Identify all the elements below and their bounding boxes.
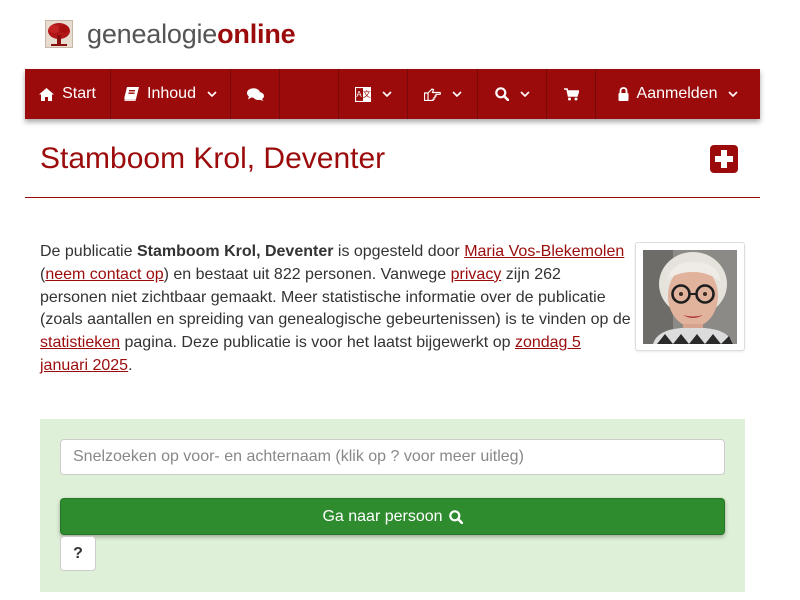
chevron-down-icon <box>451 91 462 97</box>
nav-forum[interactable] <box>231 69 280 119</box>
book-icon <box>124 87 140 101</box>
nav-contents-dropdown[interactable]: Inhoud <box>111 69 231 119</box>
nav-shop[interactable] <box>547 69 596 119</box>
contact-link[interactable]: neem contact op <box>45 266 163 283</box>
site-logo[interactable]: genealogieonline <box>45 18 296 50</box>
page-title: Stamboom Krol, Deventer <box>40 142 386 175</box>
language-icon: A 文 <box>354 86 371 102</box>
go-to-person-label: Ga naar persoon <box>322 507 443 525</box>
intro-text: . <box>128 356 133 374</box>
go-to-person-button[interactable]: Ga naar persoon <box>60 498 725 535</box>
nav-language-dropdown[interactable]: A 文 <box>339 69 408 119</box>
nav-contents-label: Inhoud <box>147 85 196 102</box>
nav-start-label: Start <box>62 85 96 102</box>
title-divider <box>25 197 760 198</box>
svg-text:A: A <box>356 90 362 99</box>
intro-text: De publicatie <box>40 243 137 260</box>
comments-icon <box>246 87 264 101</box>
tree-icon <box>45 20 73 48</box>
nav-login-dropdown[interactable]: Aanmelden <box>596 69 760 119</box>
intro-text: pagina. Deze publicatie is voor het laat… <box>120 334 515 352</box>
author-link[interactable]: Maria Vos-Blekemolen <box>464 243 624 260</box>
intro-text: is opgesteld door <box>333 243 465 260</box>
chevron-down-icon <box>207 91 217 97</box>
add-plus-button[interactable] <box>710 145 738 173</box>
chevron-down-icon <box>381 91 392 97</box>
search-icon <box>494 87 509 101</box>
chevron-down-icon <box>519 91 530 97</box>
svg-text:文: 文 <box>362 89 370 99</box>
nav-start[interactable]: Start <box>25 69 111 119</box>
publication-name: Stamboom Krol, Deventer <box>136 243 334 260</box>
quick-search-input[interactable] <box>60 439 725 475</box>
quick-search-panel: Ga naar persoon ? <box>40 419 745 592</box>
publication-description: De publicatie Stamboom Krol, Deventer is… <box>40 241 632 378</box>
hand-point-icon <box>423 87 441 101</box>
privacy-link[interactable]: privacy <box>451 266 502 283</box>
nav-spacer <box>280 69 339 119</box>
home-icon <box>39 87 55 101</box>
search-help-button[interactable]: ? <box>60 536 96 571</box>
search-icon <box>448 509 463 524</box>
nav-login-label: Aanmelden <box>636 85 718 102</box>
lock-icon <box>618 87 629 101</box>
cart-icon <box>563 87 579 100</box>
nav-search-dropdown[interactable] <box>478 69 547 119</box>
statistics-link[interactable]: statistieken <box>40 334 120 351</box>
author-photo <box>643 250 737 344</box>
nav-pointer-dropdown[interactable] <box>408 69 478 119</box>
chevron-down-icon <box>728 91 739 97</box>
site-name: genealogieonline <box>87 19 296 49</box>
author-photo-frame[interactable] <box>635 242 745 351</box>
main-navbar: Start Inhoud A 文 Aanmelden <box>25 69 760 119</box>
intro-text: ) en bestaat uit 822 personen. Vanwege <box>163 265 451 283</box>
